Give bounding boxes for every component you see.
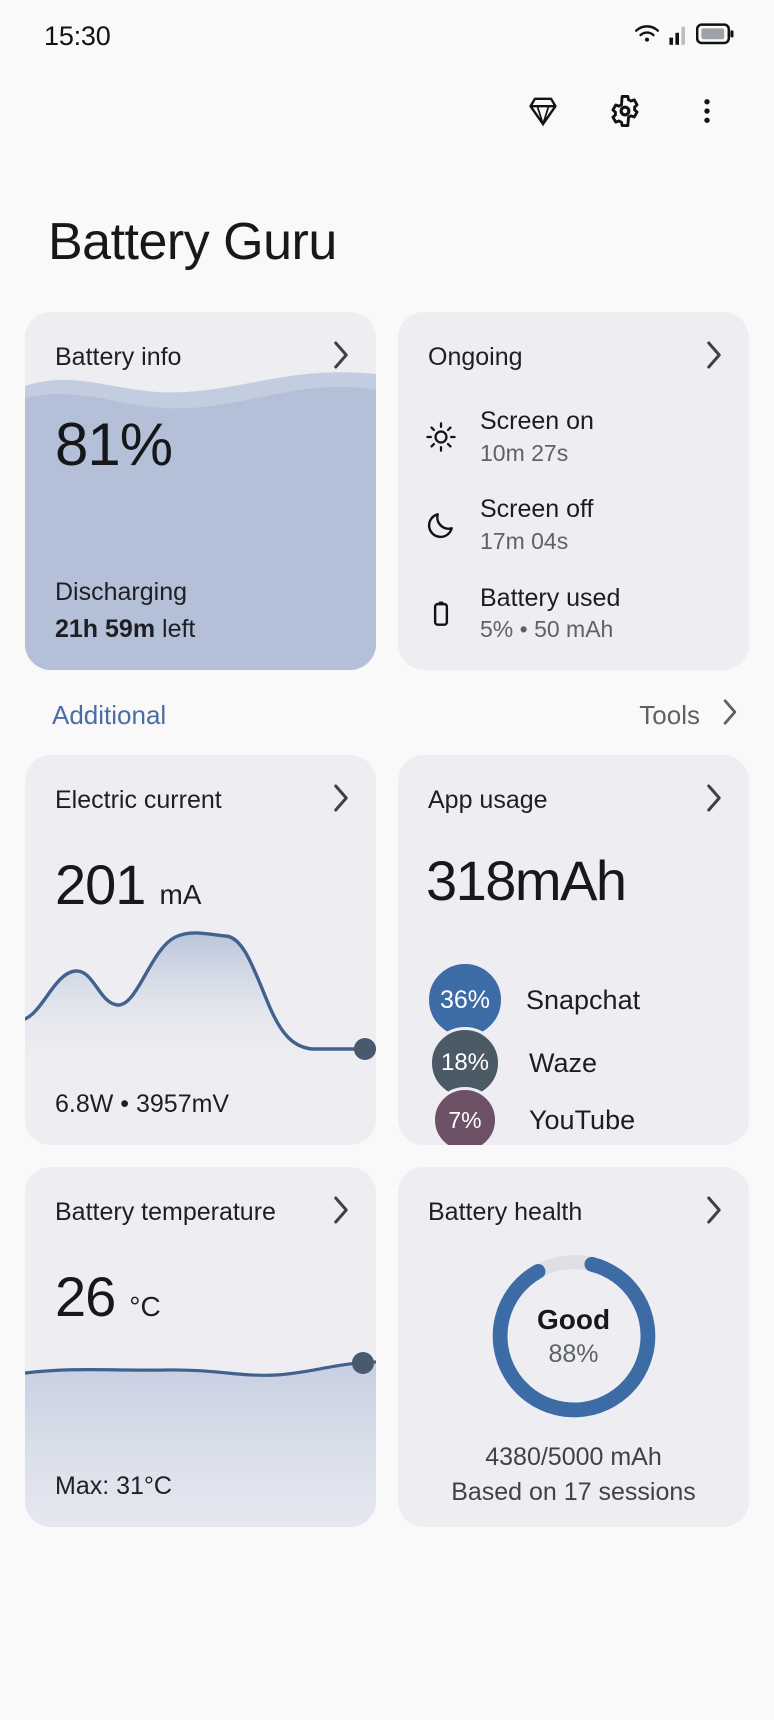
bottom-card-grid: Battery temperature 26 °C Max: 31°C Batt… (0, 1167, 774, 1527)
ongoing-label: Battery used (480, 583, 621, 612)
electric-current-metric: 201 mA (25, 818, 376, 917)
ongoing-list: Screen on 10m 27s Screen off 17m 04s Bat… (398, 375, 749, 644)
battery-info-footer: Discharging 21h 59m left (55, 578, 195, 644)
app-usage-app-name: Snapchat (526, 984, 641, 1015)
electric-current-footer: 6.8W • 3957mV (55, 1090, 230, 1118)
battery-temperature-value: 26 (55, 1265, 116, 1328)
ongoing-value: 5% • 50 mAh (480, 616, 614, 642)
battery-percent: 81% (55, 411, 173, 478)
electric-current-card[interactable]: Electric current 201 mA 6.8W • 3957mV (25, 755, 376, 1145)
battery-health-donut-center: Good 88% (398, 1248, 749, 1424)
tab-tools[interactable]: Tools (639, 698, 740, 733)
ongoing-header: Ongoing (398, 312, 749, 375)
ongoing-row-screen-off: Screen off 17m 04s (424, 495, 729, 555)
battery-temperature-card[interactable]: Battery temperature 26 °C Max: 31°C (25, 1167, 376, 1527)
wifi-icon (632, 22, 662, 51)
app-usage-percent-bubble: 7% (432, 1087, 498, 1145)
battery-temperature-footer: Max: 31°C (55, 1472, 172, 1500)
battery-health-header: Battery health (398, 1167, 749, 1230)
app-usage-card[interactable]: App usage 318mAh 36% Snapchat 18% Waze 7… (398, 755, 749, 1145)
battery-temperature-metric: 26 °C (25, 1230, 376, 1329)
chevron-right-icon (720, 698, 740, 733)
battery-time-left: 21h 59m left (55, 615, 195, 644)
chevron-right-icon[interactable] (703, 1195, 725, 1230)
battery-vertical-icon (424, 598, 458, 630)
battery-health-title: Battery health (428, 1198, 583, 1226)
battery-health-capacity: 4380/5000 mAh (485, 1443, 662, 1471)
electric-current-value: 201 (55, 853, 146, 916)
battery-health-donut: Good 88% (398, 1248, 749, 1424)
status-bar: 15:30 (0, 0, 774, 72)
overflow-menu-icon[interactable] (688, 92, 726, 130)
app-usage-total: 318mAh (426, 849, 627, 912)
ongoing-card[interactable]: Ongoing Screen on 10m 27s Screen off 17m… (398, 312, 749, 670)
battery-icon (695, 22, 734, 51)
ongoing-label: Screen off (480, 495, 594, 524)
ongoing-row-screen-on: Screen on 10m 27s (424, 407, 729, 467)
battery-health-sessions: Based on 17 sessions (451, 1477, 696, 1506)
chevron-right-icon[interactable] (703, 340, 725, 375)
ongoing-title: Ongoing (428, 343, 523, 371)
sun-icon (424, 421, 458, 453)
page-title: Battery Guru (48, 213, 337, 271)
ongoing-text-screen-on: Screen on 10m 27s (480, 407, 594, 467)
electric-current-sparkline (25, 911, 376, 1071)
battery-temperature-unit: °C (129, 1291, 161, 1322)
chevron-right-icon[interactable] (330, 1195, 352, 1230)
electric-current-header: Electric current (25, 755, 376, 818)
electric-current-unit: mA (159, 879, 202, 910)
middle-card-grid: Electric current 201 mA 6.8W • 3957mV Ap… (0, 755, 774, 1145)
battery-health-percent: 88% (548, 1339, 599, 1368)
battery-temperature-header: Battery temperature (25, 1167, 376, 1230)
chevron-right-icon[interactable] (330, 340, 352, 375)
app-usage-header: App usage (398, 755, 749, 818)
ongoing-row-battery-used: Battery used 5% • 50 mAh (424, 584, 729, 644)
battery-info-card[interactable]: Battery info 81% Discharging 21h 59m lef… (25, 312, 376, 670)
chevron-right-icon[interactable] (330, 783, 352, 818)
app-usage-app-name: Waze (529, 1047, 598, 1078)
chevron-right-icon[interactable] (703, 783, 725, 818)
tab-additional[interactable]: Additional (52, 700, 166, 731)
battery-charging-state: Discharging (55, 578, 188, 606)
ongoing-label: Screen on (480, 407, 594, 435)
battery-info-header: Battery info (25, 312, 376, 375)
battery-info-title: Battery info (55, 343, 182, 371)
battery-time-left-suffix: left (155, 615, 196, 643)
tab-tools-label: Tools (639, 700, 700, 730)
ongoing-value: 10m 27s (480, 439, 569, 466)
ongoing-text-battery-used: Battery used 5% • 50 mAh (480, 584, 620, 644)
settings-gear-icon[interactable] (606, 92, 644, 130)
app-usage-list: 36% Snapchat 18% Waze 7% YouTube (398, 913, 749, 1145)
app-usage-title: App usage (428, 786, 548, 814)
ongoing-text-screen-off: Screen off 17m 04s (480, 495, 594, 555)
section-tabs: Additional Tools (0, 670, 774, 755)
battery-health-card[interactable]: Battery health Good 88% 4380/5000 mAh Ba… (398, 1167, 749, 1527)
battery-health-footer: 4380/5000 mAh Based on 17 sessions (398, 1440, 749, 1509)
electric-current-title: Electric current (55, 786, 222, 814)
cellular-signal-icon (669, 22, 689, 51)
moon-icon (424, 509, 458, 541)
premium-diamond-icon[interactable] (524, 92, 562, 130)
top-card-grid: Battery info 81% Discharging 21h 59m lef… (0, 312, 774, 670)
app-bar (0, 72, 774, 150)
battery-temperature-title: Battery temperature (55, 1198, 276, 1226)
status-bar-clock: 15:30 (44, 20, 111, 51)
ongoing-value: 17m 04s (480, 527, 569, 554)
status-bar-icons (632, 22, 734, 51)
app-usage-app-name: YouTube (529, 1104, 636, 1135)
battery-health-status: Good (536, 1303, 611, 1335)
app-usage-item-youtube[interactable]: 7% YouTube (398, 1087, 749, 1145)
battery-time-left-value: 21h 59m (55, 615, 156, 643)
